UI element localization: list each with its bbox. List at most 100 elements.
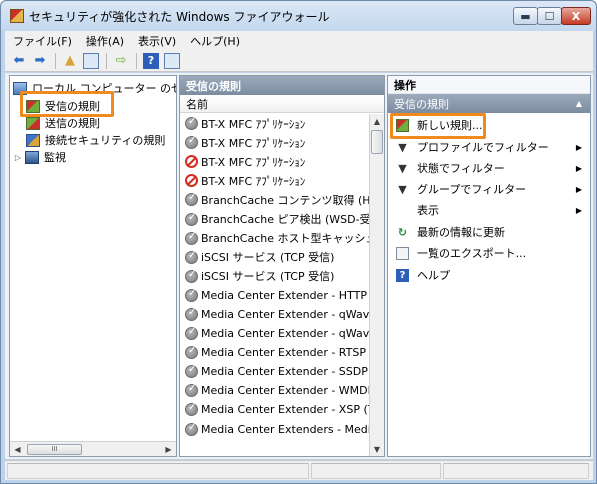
rule-row[interactable]: Media Center Extender - HTTP ス — [180, 286, 370, 305]
allow-rule-icon — [185, 402, 198, 417]
menu-bar: ファイル(F) 操作(A) 表示(V) ヘルプ(H) — [5, 31, 593, 50]
close-button[interactable]: X — [561, 7, 591, 25]
action-label: ヘルプ — [417, 269, 450, 282]
show-hide-tree-icon[interactable] — [83, 52, 99, 69]
menu-file[interactable]: ファイル(F) — [13, 33, 72, 49]
rule-name: iSCSI サービス (TCP 受信) — [201, 270, 335, 284]
rule-name: BT-X MFC ｱﾌﾟﾘｹｰｼｮﾝ — [201, 155, 306, 169]
tree-horizontal-scrollbar[interactable]: ◀ III ▶ — [10, 441, 176, 456]
status-cell — [311, 463, 441, 479]
action-filter-by-state[interactable]: ▼ 状態でフィルター ▶ — [388, 158, 590, 178]
connection-security-icon — [26, 133, 40, 147]
menu-help[interactable]: ヘルプ(H) — [190, 33, 240, 49]
allow-rule-icon — [185, 269, 198, 283]
rule-name: BT-X MFC ｱﾌﾟﾘｹｰｼｮﾝ — [201, 174, 306, 188]
window-title: セキュリティが強化された Windows ファイアウォール — [29, 10, 330, 24]
highlight-box-new-rule — [390, 113, 486, 139]
rules-vertical-scrollbar[interactable]: ▲ ▼ — [369, 114, 384, 456]
scroll-up-icon[interactable]: ▲ — [370, 114, 384, 128]
name-column-header[interactable]: 名前 — [180, 95, 384, 113]
action-export-list[interactable]: 一覧のエクスポート... — [388, 243, 590, 263]
rule-row[interactable]: BT-X MFC ｱﾌﾟﾘｹｰｼｮﾝ — [180, 152, 370, 171]
title-bar[interactable]: セキュリティが強化された Windows ファイアウォール ▬ ☐ X — [1, 1, 596, 31]
rule-name: Media Center Extender - qWave ( — [201, 307, 370, 321]
actions-section-header[interactable]: 受信の規則 ▲ — [388, 94, 590, 113]
back-arrow-icon[interactable]: ⬅ — [11, 53, 27, 69]
tree-pane: ローカル コンピューター のセ 受信の規則 送信の規則 接続セキュリティの規則 … — [9, 75, 177, 457]
expand-chevron-icon[interactable]: ▷ — [13, 153, 23, 162]
tree-item-monitoring[interactable]: ▷ 監視 — [13, 148, 66, 166]
rule-row[interactable]: Media Center Extender - qWave ( — [180, 324, 370, 343]
rule-row[interactable]: Media Center Extender - SSDP (U — [180, 362, 370, 381]
rule-row[interactable]: iSCSI サービス (TCP 受信) — [180, 248, 370, 267]
rule-row[interactable]: Media Center Extenders - Media — [180, 420, 370, 439]
scroll-left-icon[interactable]: ◀ — [10, 442, 25, 456]
minimize-button[interactable]: ▬ — [513, 7, 538, 25]
console-content: ローカル コンピューター のセ 受信の規則 送信の規則 接続セキュリティの規則 … — [5, 73, 593, 459]
tree-item-label: 送信の規則 — [45, 117, 100, 130]
toolbar-separator — [136, 52, 137, 69]
rule-row[interactable]: Media Center Extender - XSP (TC — [180, 400, 370, 419]
export-icon — [396, 246, 409, 260]
rule-row[interactable]: Media Center Extender - qWave ( — [180, 305, 370, 324]
action-filter-by-profile[interactable]: ▼ プロファイルでフィルター ▶ — [388, 137, 590, 157]
filter-icon: ▼ — [398, 182, 407, 196]
action-filter-by-group[interactable]: ▼ グループでフィルター ▶ — [388, 179, 590, 199]
block-rule-icon — [185, 155, 198, 169]
rule-row[interactable]: BranchCache ホスト型キャッシュ — [180, 229, 370, 248]
block-rule-icon — [185, 174, 198, 188]
menu-action[interactable]: 操作(A) — [86, 33, 124, 49]
export-list-icon[interactable]: ⇨ — [113, 53, 129, 69]
rule-row[interactable]: BT-X MFC ｱﾌﾟﾘｹｰｼｮﾝ — [180, 114, 370, 133]
rule-row[interactable]: iSCSI サービス (TCP 受信) — [180, 267, 370, 286]
submenu-arrow-icon: ▶ — [575, 142, 582, 152]
scroll-thumb[interactable] — [371, 130, 383, 154]
rule-row[interactable]: BT-X MFC ｱﾌﾟﾘｹｰｼｮﾝ — [180, 133, 370, 152]
outbound-rules-icon — [26, 116, 40, 130]
rule-name: Media Center Extender - HTTP ス — [201, 289, 370, 303]
rule-name: BranchCache ホスト型キャッシュ — [201, 232, 370, 246]
action-label: 最新の情報に更新 — [417, 226, 505, 239]
monitoring-icon — [25, 150, 39, 164]
action-label: 表示 — [417, 204, 439, 217]
scroll-down-icon[interactable]: ▼ — [370, 442, 384, 456]
scroll-right-icon[interactable]: ▶ — [161, 442, 176, 456]
up-folder-icon[interactable]: ▲ — [62, 53, 78, 69]
show-hide-action-pane-icon[interactable] — [164, 52, 180, 69]
rule-row[interactable]: Media Center Extender - WMDRM — [180, 381, 370, 400]
tree-item-connection-security[interactable]: 接続セキュリティの規則 — [26, 131, 165, 149]
actions-pane: 操作 受信の規則 ▲ 新しい規則... ▼ プロファイルでフィルター ▶ ▼ 状… — [387, 75, 591, 457]
app-window: セキュリティが強化された Windows ファイアウォール ▬ ☐ X ファイル… — [0, 0, 597, 484]
collapse-arrow-icon[interactable]: ▲ — [576, 99, 582, 108]
action-view[interactable]: 表示 ▶ — [388, 200, 590, 220]
rule-name: BT-X MFC ｱﾌﾟﾘｹｰｼｮﾝ — [201, 117, 306, 131]
actions-title: 操作 — [388, 76, 590, 94]
rule-row[interactable]: BranchCache コンテンツ取得 (HTT — [180, 190, 370, 209]
submenu-arrow-icon: ▶ — [575, 205, 582, 215]
rule-row[interactable]: Media Center Extender - RTSP (T — [180, 343, 370, 362]
rule-row[interactable]: BT-X MFC ｱﾌﾟﾘｹｰｼｮﾝ — [180, 171, 370, 190]
scroll-thumb[interactable]: III — [27, 443, 82, 455]
allow-rule-icon — [185, 422, 198, 436]
filter-icon: ▼ — [398, 140, 407, 154]
rule-row[interactable]: BranchCache ピア検出 (WSD-受信 — [180, 209, 370, 228]
help-icon[interactable]: ? — [143, 52, 159, 69]
rule-name: Media Center Extender - SSDP (U — [201, 365, 370, 379]
allow-rule-icon — [185, 345, 198, 360]
firewall-app-icon — [10, 9, 24, 23]
action-refresh[interactable]: ↻ 最新の情報に更新 — [388, 222, 590, 242]
submenu-arrow-icon: ▶ — [575, 184, 582, 194]
menu-view[interactable]: 表示(V) — [138, 33, 176, 49]
actions-section-label: 受信の規則 — [394, 97, 449, 111]
rule-name: Media Center Extender - XSP (TC — [201, 403, 370, 417]
toolbar: ⬅ ➡ ▲ ⇨ ? — [5, 50, 593, 72]
tree-item-label: 接続セキュリティの規則 — [45, 134, 166, 147]
action-help[interactable]: ? ヘルプ — [388, 265, 590, 285]
rule-name: BranchCache コンテンツ取得 (HTT — [201, 193, 370, 207]
refresh-icon: ↻ — [397, 225, 408, 239]
highlight-box-inbound — [20, 91, 114, 117]
forward-arrow-icon[interactable]: ➡ — [32, 53, 48, 69]
maximize-button[interactable]: ☐ — [537, 7, 562, 25]
allow-rule-icon — [185, 212, 198, 226]
rule-name: BranchCache ピア検出 (WSD-受信 — [201, 213, 370, 227]
